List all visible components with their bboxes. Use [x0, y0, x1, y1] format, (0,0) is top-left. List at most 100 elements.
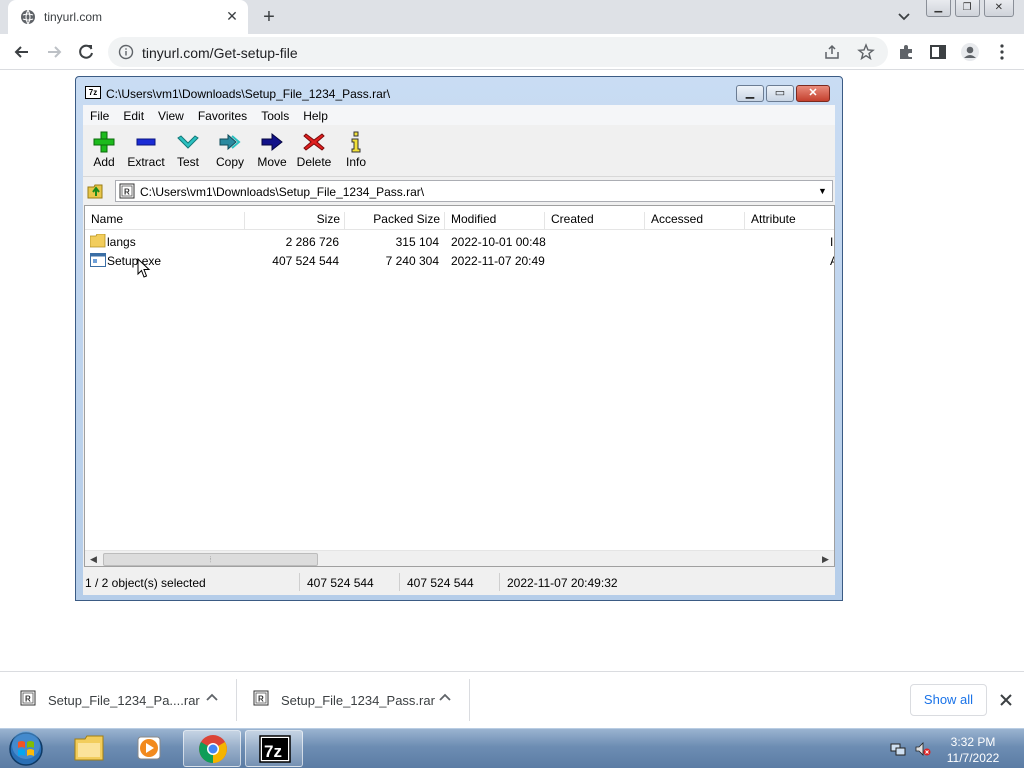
scrollbar-thumb[interactable]: ⦙ — [103, 553, 318, 566]
chevron-up-icon[interactable] — [437, 690, 453, 706]
profile-avatar-icon[interactable] — [960, 42, 980, 62]
share-icon[interactable] — [824, 44, 840, 60]
scroll-right-icon[interactable]: ▶ — [822, 554, 829, 565]
download-item[interactable]: R Setup_File_1234_Pass.rar — [253, 672, 469, 728]
sevenzip-path-combobox[interactable]: R C:\Users\vm1\Downloads\Setup_File_1234… — [115, 180, 833, 202]
test-label: Test — [176, 155, 199, 169]
sevenzip-window: 7z C:\Users\vm1\Downloads\Setup_File_123… — [75, 76, 843, 601]
download-filename: Setup_File_1234_Pa....rar — [48, 693, 200, 708]
delete-button[interactable]: Delete — [293, 131, 335, 175]
file-attribute: I — [830, 235, 834, 249]
taskbar: 7z 3:32 PM 11/7/2022 — [0, 728, 1024, 768]
add-button[interactable]: Add — [83, 131, 125, 175]
status-divider — [299, 573, 300, 591]
volume-muted-icon[interactable] — [915, 741, 931, 757]
file-attribute: A — [830, 254, 834, 268]
menu-file[interactable]: File — [83, 105, 116, 125]
taskbar-explorer[interactable] — [60, 730, 118, 767]
move-button[interactable]: Move — [251, 131, 293, 175]
extensions-icon[interactable] — [896, 42, 916, 62]
sevenzip-close-button[interactable]: ✕ — [796, 85, 830, 102]
info-button[interactable]: Info — [335, 131, 377, 175]
info-label: Info — [345, 155, 366, 169]
forward-arrow-icon[interactable] — [44, 42, 64, 62]
menu-favorites[interactable]: Favorites — [191, 105, 254, 125]
url-text: tinyurl.com/Get-setup-file — [142, 45, 298, 61]
minimize-button[interactable]: ▁ — [926, 0, 951, 17]
chevron-up-icon[interactable] — [204, 690, 220, 706]
side-panel-icon[interactable] — [928, 42, 948, 62]
menu-edit[interactable]: Edit — [116, 105, 151, 125]
tab-close-icon[interactable]: ✕ — [224, 8, 240, 24]
close-window-button[interactable]: ✕ — [983, 0, 1014, 17]
column-attribute[interactable]: Attribute — [751, 212, 834, 230]
start-orb-icon[interactable] — [6, 731, 46, 767]
taskbar-media-player[interactable] — [121, 730, 179, 767]
svg-text:R: R — [124, 188, 130, 197]
test-button[interactable]: Test — [167, 131, 209, 175]
chevron-down-icon[interactable] — [894, 9, 914, 25]
sevenzip-minimize-button[interactable]: ▁ — [736, 85, 764, 102]
column-size[interactable]: Size — [245, 212, 345, 230]
menu-help[interactable]: Help — [296, 105, 335, 125]
extract-button[interactable]: Extract — [125, 131, 167, 175]
scroll-left-icon[interactable]: ◀ — [90, 554, 97, 565]
status-selection: 1 / 2 object(s) selected — [85, 576, 206, 590]
menu-dots-icon[interactable] — [992, 42, 1012, 62]
network-icon[interactable] — [890, 741, 906, 757]
column-accessed[interactable]: Accessed — [651, 212, 745, 230]
horizontal-scrollbar[interactable]: ◀ ⦙ ▶ — [85, 550, 834, 566]
copy-button[interactable]: Copy — [209, 131, 251, 175]
status-modified: 2022-11-07 20:49:32 — [507, 576, 618, 590]
browser-tab[interactable]: tinyurl.com ✕ — [8, 0, 248, 34]
back-arrow-icon[interactable] — [12, 42, 32, 62]
browser-toolbar: tinyurl.com/Get-setup-file — [0, 34, 1024, 70]
close-icon[interactable] — [998, 692, 1014, 708]
sevenzip-toolbar: Add Extract Test Copy Move Delete Info — [83, 125, 835, 177]
sevenzip-path-text: C:\Users\vm1\Downloads\Setup_File_1234_P… — [140, 185, 425, 199]
new-tab-button[interactable]: + — [258, 7, 280, 29]
file-packed-size: 315 104 — [395, 235, 439, 249]
folder-icon — [74, 735, 104, 761]
file-modified: 2022-10-01 00:48 — [451, 235, 546, 249]
address-bar[interactable]: tinyurl.com/Get-setup-file — [108, 37, 888, 67]
download-shelf: R Setup_File_1234_Pa....rar R Setup_File… — [0, 671, 1024, 728]
show-all-button[interactable]: Show all — [910, 684, 987, 716]
status-divider — [399, 573, 400, 591]
column-packed-size[interactable]: Packed Size — [345, 212, 445, 230]
sevenzip-file-list[interactable]: Name Size Packed Size Modified Created A… — [84, 205, 835, 567]
clock-time: 3:32 PM — [950, 735, 996, 749]
taskbar-chrome[interactable] — [183, 730, 241, 767]
rar-file-icon: R — [20, 690, 36, 706]
file-row-setup-exe[interactable]: Setup.exe 407 524 544 7 240 304 2022-11-… — [85, 251, 834, 270]
taskbar-7zip[interactable]: 7z — [245, 730, 303, 767]
file-list-header: Name Size Packed Size Modified Created A… — [85, 206, 834, 230]
column-modified[interactable]: Modified — [451, 212, 545, 230]
column-name[interactable]: Name — [91, 212, 245, 230]
dropdown-arrow-icon[interactable]: ▼ — [818, 186, 827, 196]
system-clock[interactable]: 3:32 PM 11/7/2022 — [940, 734, 1006, 766]
column-created[interactable]: Created — [551, 212, 645, 230]
download-item[interactable]: R Setup_File_1234_Pa....rar — [20, 672, 236, 728]
reload-icon[interactable] — [76, 42, 96, 62]
sevenzip-titlebar[interactable]: 7z C:\Users\vm1\Downloads\Setup_File_123… — [76, 77, 842, 105]
file-name: langs — [107, 235, 136, 249]
status-packed: 407 524 544 — [407, 576, 474, 590]
folder-up-icon[interactable] — [87, 182, 105, 200]
info-icon[interactable] — [118, 44, 134, 60]
media-player-icon — [137, 736, 161, 760]
menu-view[interactable]: View — [151, 105, 191, 125]
7zip-taskbar-label: 7z — [264, 742, 282, 761]
sevenzip-statusbar: 1 / 2 object(s) selected 407 524 544 407… — [83, 571, 835, 593]
window-controls: ▁ ❐ ✕ — [926, 0, 1018, 18]
folder-icon — [90, 234, 106, 248]
status-divider — [499, 573, 500, 591]
delete-label: Delete — [296, 155, 332, 169]
restore-button[interactable]: ❐ — [954, 0, 980, 17]
sevenzip-maximize-button[interactable]: ▭ — [766, 85, 794, 102]
menu-tools[interactable]: Tools — [254, 105, 296, 125]
file-row-langs[interactable]: langs 2 286 726 315 104 2022-10-01 00:48… — [85, 232, 834, 251]
svg-text:R: R — [25, 695, 31, 704]
bookmark-star-icon[interactable] — [857, 43, 875, 61]
chrome-icon — [199, 735, 227, 763]
